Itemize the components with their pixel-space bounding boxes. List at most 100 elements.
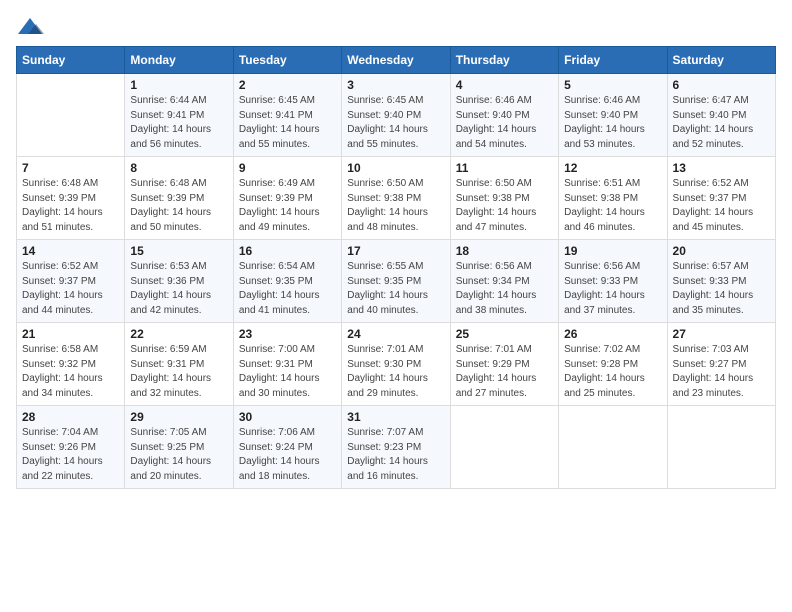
day-number: 14 — [22, 244, 119, 258]
calendar-cell: 7 Sunrise: 6:48 AM Sunset: 9:39 PM Daylig… — [17, 157, 125, 240]
calendar-cell: 23 Sunrise: 7:00 AM Sunset: 9:31 PM Dayli… — [233, 323, 341, 406]
calendar-cell: 14Sunrise: 6:52 AM Sunset: 9:37 PM Dayli… — [17, 240, 125, 323]
week-row-3: 14Sunrise: 6:52 AM Sunset: 9:37 PM Dayli… — [17, 240, 776, 323]
day-number: 5 — [564, 78, 661, 92]
calendar-cell: 9 Sunrise: 6:49 AM Sunset: 9:39 PM Daylig… — [233, 157, 341, 240]
day-number: 29 — [130, 410, 227, 424]
day-number: 28 — [22, 410, 119, 424]
calendar-cell — [559, 406, 667, 489]
week-row-4: 21 Sunrise: 6:58 AM Sunset: 9:32 PM Dayli… — [17, 323, 776, 406]
logo — [16, 16, 48, 38]
column-header-thursday: Thursday — [450, 47, 558, 74]
page-header — [16, 16, 776, 38]
calendar-cell: 30 Sunrise: 7:06 AM Sunset: 9:24 PM Dayli… — [233, 406, 341, 489]
calendar-cell: 20Sunrise: 6:57 AM Sunset: 9:33 PM Dayli… — [667, 240, 775, 323]
week-row-1: 1 Sunrise: 6:44 AM Sunset: 9:41 PM Daylig… — [17, 74, 776, 157]
day-info: Sunrise: 6:56 AM Sunset: 9:33 PM Dayligh… — [564, 260, 661, 318]
calendar-cell: 27 Sunrise: 7:03 AM Sunset: 9:27 PM Dayli… — [667, 323, 775, 406]
day-info: Sunrise: 6:58 AM Sunset: 9:32 PM Dayligh… — [22, 343, 119, 401]
day-number: 24 — [347, 327, 444, 341]
day-number: 19 — [564, 244, 661, 258]
day-info: Sunrise: 6:50 AM Sunset: 9:38 PM Dayligh… — [456, 177, 553, 235]
day-info: Sunrise: 7:06 AM Sunset: 9:24 PM Dayligh… — [239, 426, 336, 484]
day-info: Sunrise: 6:59 AM Sunset: 9:31 PM Dayligh… — [130, 343, 227, 401]
calendar-cell: 21 Sunrise: 6:58 AM Sunset: 9:32 PM Dayli… — [17, 323, 125, 406]
calendar-cell: 17Sunrise: 6:55 AM Sunset: 9:35 PM Dayli… — [342, 240, 450, 323]
day-number: 31 — [347, 410, 444, 424]
day-number: 13 — [673, 161, 770, 175]
day-info: Sunrise: 7:00 AM Sunset: 9:31 PM Dayligh… — [239, 343, 336, 401]
column-header-tuesday: Tuesday — [233, 47, 341, 74]
logo-icon — [16, 16, 44, 38]
calendar-cell: 4 Sunrise: 6:46 AM Sunset: 9:40 PM Daylig… — [450, 74, 558, 157]
day-number: 20 — [673, 244, 770, 258]
calendar-cell: 5 Sunrise: 6:46 AM Sunset: 9:40 PM Daylig… — [559, 74, 667, 157]
day-info: Sunrise: 6:47 AM Sunset: 9:40 PM Dayligh… — [673, 94, 770, 152]
calendar-header: SundayMondayTuesdayWednesdayThursdayFrid… — [17, 47, 776, 74]
day-info: Sunrise: 7:01 AM Sunset: 9:29 PM Dayligh… — [456, 343, 553, 401]
day-number: 3 — [347, 78, 444, 92]
day-number: 16 — [239, 244, 336, 258]
header-row: SundayMondayTuesdayWednesdayThursdayFrid… — [17, 47, 776, 74]
day-number: 30 — [239, 410, 336, 424]
day-info: Sunrise: 7:05 AM Sunset: 9:25 PM Dayligh… — [130, 426, 227, 484]
column-header-friday: Friday — [559, 47, 667, 74]
day-info: Sunrise: 6:46 AM Sunset: 9:40 PM Dayligh… — [456, 94, 553, 152]
column-header-wednesday: Wednesday — [342, 47, 450, 74]
day-info: Sunrise: 6:53 AM Sunset: 9:36 PM Dayligh… — [130, 260, 227, 318]
calendar-cell: 26Sunrise: 7:02 AM Sunset: 9:28 PM Dayli… — [559, 323, 667, 406]
day-info: Sunrise: 6:54 AM Sunset: 9:35 PM Dayligh… — [239, 260, 336, 318]
calendar-cell: 19 Sunrise: 6:56 AM Sunset: 9:33 PM Dayli… — [559, 240, 667, 323]
day-info: Sunrise: 6:49 AM Sunset: 9:39 PM Dayligh… — [239, 177, 336, 235]
week-row-5: 28 Sunrise: 7:04 AM Sunset: 9:26 PM Dayli… — [17, 406, 776, 489]
day-number: 8 — [130, 161, 227, 175]
calendar-cell: 3Sunrise: 6:45 AM Sunset: 9:40 PM Daylig… — [342, 74, 450, 157]
day-number: 10 — [347, 161, 444, 175]
day-number: 23 — [239, 327, 336, 341]
calendar-cell: 8 Sunrise: 6:48 AM Sunset: 9:39 PM Daylig… — [125, 157, 233, 240]
day-number: 25 — [456, 327, 553, 341]
day-info: Sunrise: 6:55 AM Sunset: 9:35 PM Dayligh… — [347, 260, 444, 318]
calendar-cell: 11Sunrise: 6:50 AM Sunset: 9:38 PM Dayli… — [450, 157, 558, 240]
calendar-cell: 22 Sunrise: 6:59 AM Sunset: 9:31 PM Dayli… — [125, 323, 233, 406]
calendar-cell: 18Sunrise: 6:56 AM Sunset: 9:34 PM Dayli… — [450, 240, 558, 323]
day-info: Sunrise: 7:02 AM Sunset: 9:28 PM Dayligh… — [564, 343, 661, 401]
day-info: Sunrise: 7:07 AM Sunset: 9:23 PM Dayligh… — [347, 426, 444, 484]
week-row-2: 7 Sunrise: 6:48 AM Sunset: 9:39 PM Daylig… — [17, 157, 776, 240]
calendar-cell: 12 Sunrise: 6:51 AM Sunset: 9:38 PM Dayli… — [559, 157, 667, 240]
day-number: 12 — [564, 161, 661, 175]
day-info: Sunrise: 6:51 AM Sunset: 9:38 PM Dayligh… — [564, 177, 661, 235]
calendar-cell: 31 Sunrise: 7:07 AM Sunset: 9:23 PM Dayli… — [342, 406, 450, 489]
day-number: 1 — [130, 78, 227, 92]
day-number: 9 — [239, 161, 336, 175]
day-info: Sunrise: 6:52 AM Sunset: 9:37 PM Dayligh… — [673, 177, 770, 235]
calendar-cell — [667, 406, 775, 489]
calendar-cell: 29 Sunrise: 7:05 AM Sunset: 9:25 PM Dayli… — [125, 406, 233, 489]
day-info: Sunrise: 7:04 AM Sunset: 9:26 PM Dayligh… — [22, 426, 119, 484]
day-info: Sunrise: 6:48 AM Sunset: 9:39 PM Dayligh… — [22, 177, 119, 235]
calendar-cell: 24 Sunrise: 7:01 AM Sunset: 9:30 PM Dayli… — [342, 323, 450, 406]
day-number: 22 — [130, 327, 227, 341]
calendar-cell: 1 Sunrise: 6:44 AM Sunset: 9:41 PM Daylig… — [125, 74, 233, 157]
day-info: Sunrise: 6:50 AM Sunset: 9:38 PM Dayligh… — [347, 177, 444, 235]
day-info: Sunrise: 6:44 AM Sunset: 9:41 PM Dayligh… — [130, 94, 227, 152]
day-number: 7 — [22, 161, 119, 175]
day-number: 15 — [130, 244, 227, 258]
day-number: 6 — [673, 78, 770, 92]
day-info: Sunrise: 6:48 AM Sunset: 9:39 PM Dayligh… — [130, 177, 227, 235]
day-number: 2 — [239, 78, 336, 92]
day-number: 21 — [22, 327, 119, 341]
calendar-cell: 13 Sunrise: 6:52 AM Sunset: 9:37 PM Dayli… — [667, 157, 775, 240]
day-info: Sunrise: 7:01 AM Sunset: 9:30 PM Dayligh… — [347, 343, 444, 401]
column-header-saturday: Saturday — [667, 47, 775, 74]
day-info: Sunrise: 6:46 AM Sunset: 9:40 PM Dayligh… — [564, 94, 661, 152]
calendar-table: SundayMondayTuesdayWednesdayThursdayFrid… — [16, 46, 776, 489]
day-number: 27 — [673, 327, 770, 341]
calendar-cell: 2 Sunrise: 6:45 AM Sunset: 9:41 PM Daylig… — [233, 74, 341, 157]
calendar-cell — [450, 406, 558, 489]
day-number: 4 — [456, 78, 553, 92]
column-header-sunday: Sunday — [17, 47, 125, 74]
calendar-cell: 10 Sunrise: 6:50 AM Sunset: 9:38 PM Dayli… — [342, 157, 450, 240]
day-info: Sunrise: 6:45 AM Sunset: 9:41 PM Dayligh… — [239, 94, 336, 152]
day-info: Sunrise: 7:03 AM Sunset: 9:27 PM Dayligh… — [673, 343, 770, 401]
